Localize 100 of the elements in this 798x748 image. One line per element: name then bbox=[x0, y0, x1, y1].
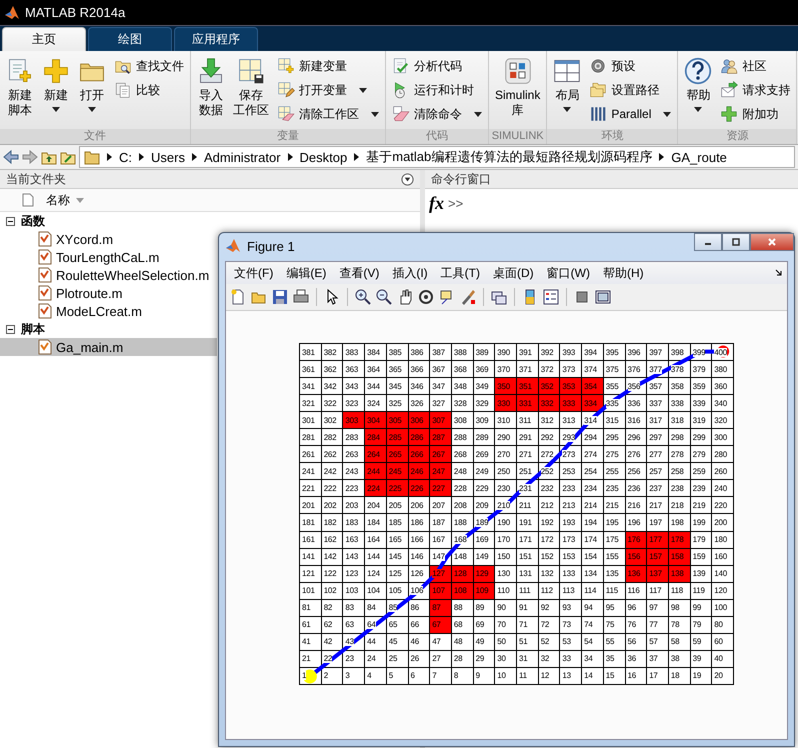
tree-section[interactable]: 函数 bbox=[0, 212, 217, 230]
grid-cell: 358 bbox=[668, 378, 690, 394]
printer-icon[interactable] bbox=[293, 289, 309, 305]
grid-cell: 51 bbox=[517, 634, 538, 650]
file-item[interactable]: XYcord.m bbox=[0, 230, 217, 248]
rotate-icon[interactable] bbox=[418, 289, 434, 305]
menu-item[interactable]: 工具(T) bbox=[436, 264, 489, 282]
tree-section[interactable]: 脚本 bbox=[0, 320, 217, 338]
ribbon-button[interactable]: Parallel bbox=[586, 103, 674, 125]
ribbon-button[interactable]: 分析代码 bbox=[389, 55, 485, 77]
ribbon-button[interactable]: 布局 bbox=[550, 55, 584, 129]
breadcrumb-item[interactable]: C: bbox=[119, 150, 132, 164]
ribbon-button[interactable]: 运行和计时 bbox=[389, 79, 485, 101]
grid-cell: 198 bbox=[668, 514, 690, 531]
grid-cell: 387 bbox=[430, 344, 451, 360]
grid-cell: 34 bbox=[582, 650, 603, 667]
grid-cell: 243 bbox=[343, 463, 364, 480]
collapse-toggle-icon[interactable] bbox=[6, 324, 15, 334]
grid-cell: 7 bbox=[430, 668, 451, 684]
menu-item[interactable]: 窗口(W) bbox=[542, 264, 599, 282]
menu-item[interactable]: 文件(F) bbox=[230, 264, 282, 282]
ribbon-button[interactable]: 清除命令 bbox=[389, 103, 485, 125]
grid-cell: 369 bbox=[474, 361, 494, 378]
grid-cell: 275 bbox=[604, 446, 624, 462]
ribbon-button[interactable]: 导入 数据 bbox=[194, 55, 228, 129]
ribbon-button[interactable]: 设置路径 bbox=[586, 79, 674, 101]
file-item[interactable]: RouletteWheelSelection.m bbox=[0, 266, 217, 284]
ribbon-tab[interactable]: 绘图 bbox=[88, 27, 172, 51]
grid-cell: 14 bbox=[582, 668, 603, 684]
ribbon-button[interactable]: 打开变量 bbox=[274, 79, 382, 101]
grid-cell: 77 bbox=[647, 616, 668, 633]
grid-cell: 176 bbox=[626, 532, 646, 548]
ribbon-button[interactable]: 帮助 bbox=[681, 55, 716, 129]
grid-cell: 337 bbox=[647, 395, 668, 412]
forward-arrow-icon[interactable] bbox=[22, 149, 38, 165]
column-header[interactable]: 名称 bbox=[0, 189, 420, 212]
ribbon-button[interactable]: 查找文件 bbox=[111, 55, 187, 77]
close-button[interactable] bbox=[750, 233, 794, 251]
ribbon-button[interactable]: 比较 bbox=[111, 79, 187, 101]
grid-cell: 25 bbox=[386, 650, 408, 667]
file-item[interactable]: Ga_main.m bbox=[0, 338, 217, 356]
save-icon[interactable] bbox=[272, 289, 288, 305]
breadcrumb-item[interactable]: GA_route bbox=[671, 150, 727, 164]
grid-cell: 302 bbox=[322, 412, 342, 428]
menu-item[interactable]: 查看(V) bbox=[335, 264, 388, 282]
grid-cell: 95 bbox=[604, 600, 624, 616]
collapse-toggle-icon[interactable] bbox=[6, 216, 15, 226]
grid-cell: 328 bbox=[452, 395, 473, 412]
menu-item[interactable]: 编辑(E) bbox=[282, 264, 336, 282]
menu-item[interactable]: 帮助(H) bbox=[598, 264, 653, 282]
breadcrumb-item[interactable]: Desktop bbox=[300, 150, 348, 164]
ribbon-button[interactable]: Simulink 库 bbox=[492, 55, 544, 129]
ribbon-button[interactable]: 新建 脚本 bbox=[3, 55, 37, 129]
breadcrumb-item[interactable]: Administrator bbox=[204, 150, 281, 164]
matlab-logo-icon bbox=[225, 238, 241, 254]
ribbon-button[interactable]: 打开 bbox=[75, 55, 109, 129]
breadcrumb-item[interactable]: 基于matlab编程遗传算法的最短路径规划源码程序 bbox=[366, 148, 652, 166]
ribbon-button[interactable]: 清除工作区 bbox=[274, 103, 382, 125]
link-icon[interactable] bbox=[491, 289, 507, 305]
ribbon-tab[interactable]: 应用程序 bbox=[174, 27, 258, 51]
ribbon-button[interactable]: 保存 工作区 bbox=[230, 55, 272, 129]
ribbon-button[interactable]: 预设 bbox=[586, 55, 674, 77]
file-item[interactable]: ModeLCreat.m bbox=[0, 302, 217, 320]
grid-cell: 191 bbox=[517, 514, 538, 531]
file-item[interactable]: TourLengthCaL.m bbox=[0, 248, 217, 266]
legend-icon[interactable] bbox=[543, 289, 559, 305]
grid-cell: 8 bbox=[452, 668, 473, 684]
new-file-icon[interactable] bbox=[230, 289, 246, 305]
grid-cell: 326 bbox=[408, 395, 430, 412]
menu-item[interactable]: 插入(I) bbox=[388, 264, 437, 282]
maximize-button[interactable] bbox=[722, 233, 750, 251]
window-icon[interactable] bbox=[595, 289, 611, 305]
ribbon-button[interactable]: 新建 bbox=[39, 55, 73, 129]
grid-eraser-icon bbox=[277, 105, 295, 123]
zoom-in-icon[interactable] bbox=[355, 289, 371, 305]
ribbon-button[interactable]: 社区 bbox=[717, 55, 794, 77]
breadcrumb-item[interactable]: Users bbox=[151, 150, 185, 164]
grid-cell: 49 bbox=[474, 634, 494, 650]
grid-cell: 141 bbox=[300, 548, 321, 565]
square-icon[interactable] bbox=[574, 289, 590, 305]
back-arrow-icon[interactable] bbox=[3, 149, 19, 165]
grid-cell: 40 bbox=[712, 650, 733, 667]
dock-arrow-icon[interactable] bbox=[775, 269, 783, 277]
ribbon-button[interactable]: 新建变量 bbox=[274, 55, 382, 77]
grid-cell: 177 bbox=[647, 532, 668, 548]
grid-cell: 278 bbox=[668, 446, 690, 462]
minimize-button[interactable] bbox=[694, 233, 722, 251]
bars-icon bbox=[589, 105, 608, 123]
zoom-out-icon[interactable] bbox=[376, 289, 392, 305]
menu-item[interactable]: 桌面(D) bbox=[488, 264, 543, 282]
ribbon-button[interactable]: 附加功 bbox=[717, 103, 794, 125]
grid-cell: 220 bbox=[712, 497, 733, 514]
address-bar[interactable]: C: Users Administrator Desktop 基于matlab编程遗传算法的最短路径规划源码程序 GA_route bbox=[79, 146, 795, 168]
panel-menu-icon[interactable] bbox=[401, 172, 414, 186]
brush-icon[interactable] bbox=[460, 289, 476, 305]
people-icon bbox=[720, 57, 738, 75]
function-browser-button[interactable]: fx bbox=[429, 193, 444, 214]
ribbon-button[interactable]: 请求支持 bbox=[717, 79, 794, 101]
file-item[interactable]: Plotroute.m bbox=[0, 284, 217, 302]
ribbon-tab[interactable]: 主页 bbox=[2, 27, 86, 51]
